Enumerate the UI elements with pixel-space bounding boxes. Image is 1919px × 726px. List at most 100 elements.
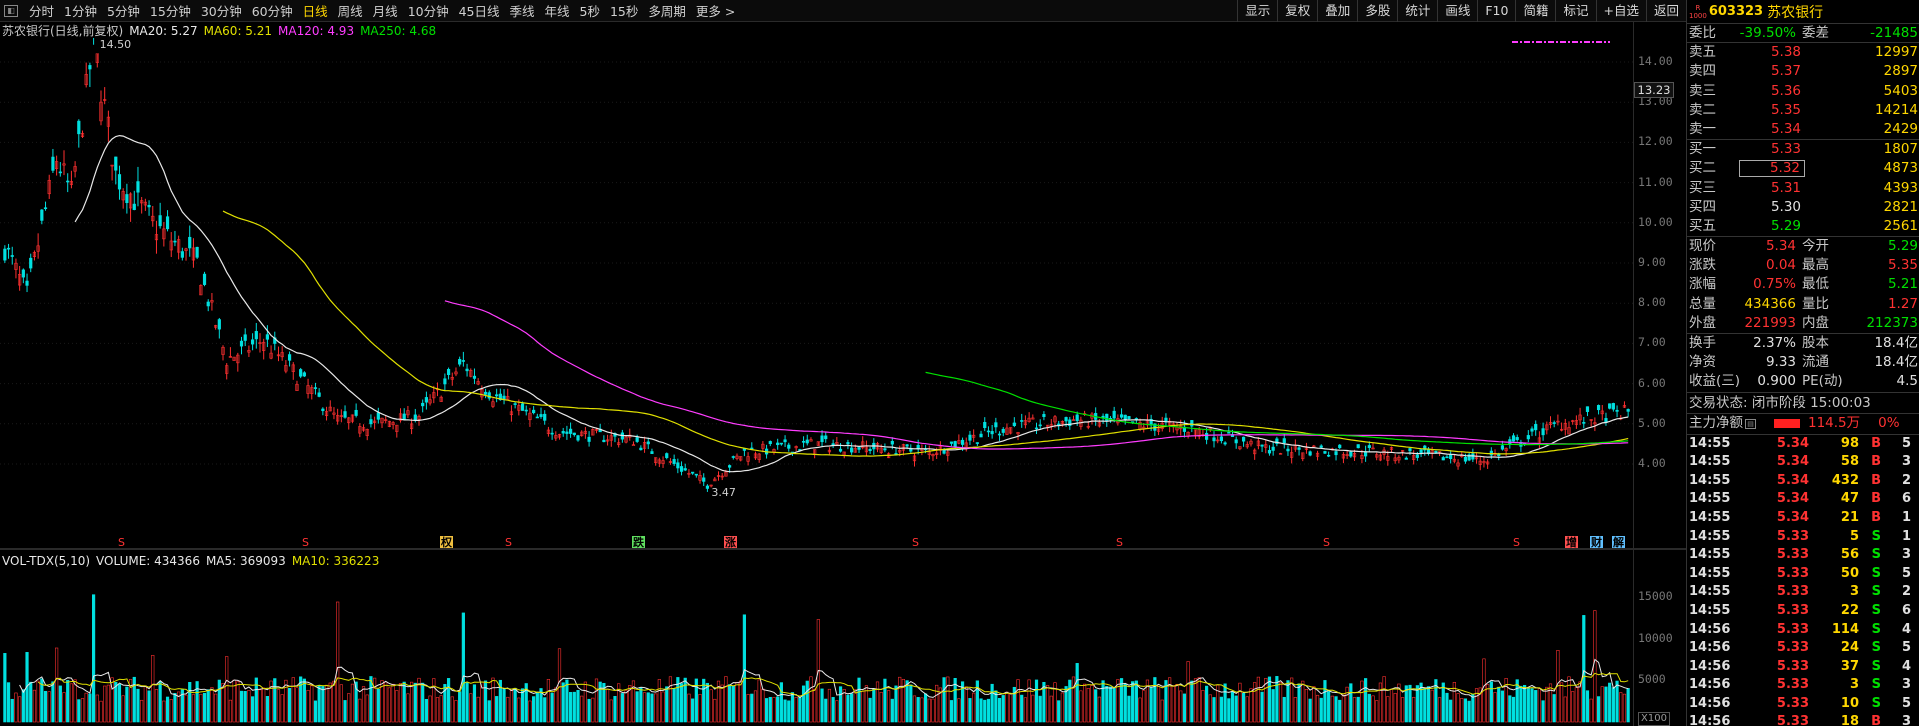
volume-bar (868, 697, 872, 723)
volume-bar (665, 686, 669, 723)
volume-bar (1364, 678, 1368, 723)
pane-divider[interactable] (0, 548, 1686, 550)
main-force-pct: 0% (1878, 415, 1900, 432)
candle-body (850, 447, 854, 453)
tick-volume: 24 (1840, 640, 1859, 656)
tab-period-8[interactable]: 月线 (368, 1, 403, 20)
main-force-settings-icon[interactable]: ▤ (1745, 418, 1756, 429)
volume-bar (136, 688, 140, 723)
candle-body (66, 180, 70, 183)
volume-bar (1023, 697, 1028, 723)
ma60-line (222, 210, 1629, 457)
volume-bar (435, 697, 440, 723)
volume-bar (1367, 693, 1371, 723)
ask-price[interactable]: 5.35 (1739, 101, 1805, 120)
stock-code[interactable]: 603323 (1709, 4, 1763, 19)
ask-price[interactable]: 5.37 (1739, 62, 1805, 81)
tab-period-14[interactable]: 15秒 (605, 1, 643, 20)
candle-body (1038, 424, 1042, 427)
volume-bar (554, 687, 558, 723)
volume-bar (424, 698, 428, 723)
tab-period-10[interactable]: 45日线 (454, 1, 505, 20)
volume-bar (783, 699, 787, 723)
volume-bar (968, 698, 972, 723)
candlestick-chart[interactable]: 14.50 3.47 (0, 38, 1634, 536)
tick-side: B (1871, 714, 1881, 726)
tick-row: 14:56 5.33 18 B 3 (1687, 713, 1919, 726)
volume-bar (790, 692, 795, 723)
tab-period-2[interactable]: 5分钟 (102, 1, 145, 20)
volume-bar (206, 689, 210, 723)
volume-bar (413, 682, 417, 723)
panel-toggle-icon[interactable]: ◧ (4, 4, 18, 17)
tab-period-11[interactable]: 季线 (505, 1, 540, 20)
tab-period-12[interactable]: 年线 (540, 1, 575, 20)
volume-bar (1375, 700, 1379, 723)
toolbar-button-0[interactable]: 显示 (1237, 0, 1277, 22)
tick-row: 14:55 5.33 56 S 3 (1687, 546, 1919, 565)
volume-bar (1208, 694, 1212, 723)
volume-bar (465, 682, 469, 723)
bid-price[interactable]: 5.30 (1739, 198, 1805, 217)
volume-bar (3, 653, 7, 723)
rating-badge: R 1000 (1689, 3, 1707, 20)
toolbar-button-8[interactable]: 标记 (1555, 0, 1595, 22)
volume-unit: X100 (1638, 712, 1670, 726)
tab-period-15[interactable]: 多周期 (643, 1, 691, 20)
candle-body (1445, 456, 1449, 459)
tab-period-4[interactable]: 30分钟 (196, 1, 247, 20)
tab-period-1[interactable]: 1分钟 (59, 1, 102, 20)
tab-period-16[interactable]: 更多 > (691, 1, 740, 20)
toolbar-button-9[interactable]: +自选 (1595, 0, 1646, 22)
order-diff-value: -21485 (1870, 25, 1918, 41)
bid-price[interactable]: 5.33 (1739, 140, 1805, 159)
toolbar-button-6[interactable]: F10 (1477, 0, 1515, 22)
toolbar-button-7[interactable]: 简籍 (1515, 0, 1555, 22)
candle-body (905, 444, 909, 447)
tab-period-13[interactable]: 5秒 (575, 1, 605, 20)
tab-period-0[interactable]: 分时 (24, 1, 59, 20)
toolbar-button-2[interactable]: 叠加 (1317, 0, 1357, 22)
stock-name[interactable]: 苏农银行 (1767, 2, 1823, 22)
tab-period-5[interactable]: 60分钟 (247, 1, 298, 20)
candle-body (805, 439, 809, 444)
bid-price[interactable]: 5.29 (1739, 217, 1805, 236)
volume-bar (853, 689, 857, 723)
volume-bar (905, 680, 909, 723)
candle-body (29, 257, 33, 269)
candle-body (1064, 417, 1068, 422)
volume-bar (47, 691, 51, 723)
toolbar-button-1[interactable]: 复权 (1277, 0, 1317, 22)
tick-time: 14:56 (1689, 640, 1731, 656)
toolbar-button-4[interactable]: 统计 (1397, 0, 1437, 22)
toolbar-button-3[interactable]: 多股 (1357, 0, 1397, 22)
volume-bar (831, 697, 835, 723)
volume-bar (395, 690, 399, 723)
tick-list[interactable]: 14:55 5.34 98 B 5 14:55 5.34 58 B 3 14:55 5.34 432 B 2… (1687, 435, 1919, 726)
tick-count: 4 (1901, 621, 1911, 637)
volume-bar (143, 685, 147, 723)
tick-side: B (1871, 509, 1881, 525)
tick-price: 5.33 (1776, 621, 1809, 637)
ask-price[interactable]: 5.38 (1739, 43, 1805, 62)
tab-period-3[interactable]: 15分钟 (145, 1, 196, 20)
bid-price[interactable]: 5.32 (1739, 160, 1805, 178)
ask-volume: 5403 (1883, 82, 1918, 99)
volume-bar (1238, 682, 1242, 723)
volume-bar (983, 699, 987, 723)
toolbar-button-10[interactable]: 返回 (1645, 0, 1686, 22)
ask-price[interactable]: 5.36 (1739, 82, 1805, 101)
tab-period-9[interactable]: 10分钟 (403, 1, 454, 20)
tick-count: 5 (1901, 435, 1911, 451)
candle-body (1127, 416, 1131, 420)
candle-body (465, 368, 469, 372)
toolbar-button-5[interactable]: 画线 (1437, 0, 1477, 22)
quote-header: R 1000 603323 苏农银行 (1687, 0, 1919, 24)
tick-count: 5 (1901, 695, 1911, 711)
volume-bar (1596, 696, 1601, 723)
bid-price[interactable]: 5.31 (1739, 179, 1805, 198)
tab-period-7[interactable]: 周线 (333, 1, 368, 20)
tab-period-6[interactable]: 日线 (298, 1, 333, 20)
ask-price[interactable]: 5.34 (1739, 120, 1805, 139)
volume-chart[interactable] (0, 570, 1634, 726)
